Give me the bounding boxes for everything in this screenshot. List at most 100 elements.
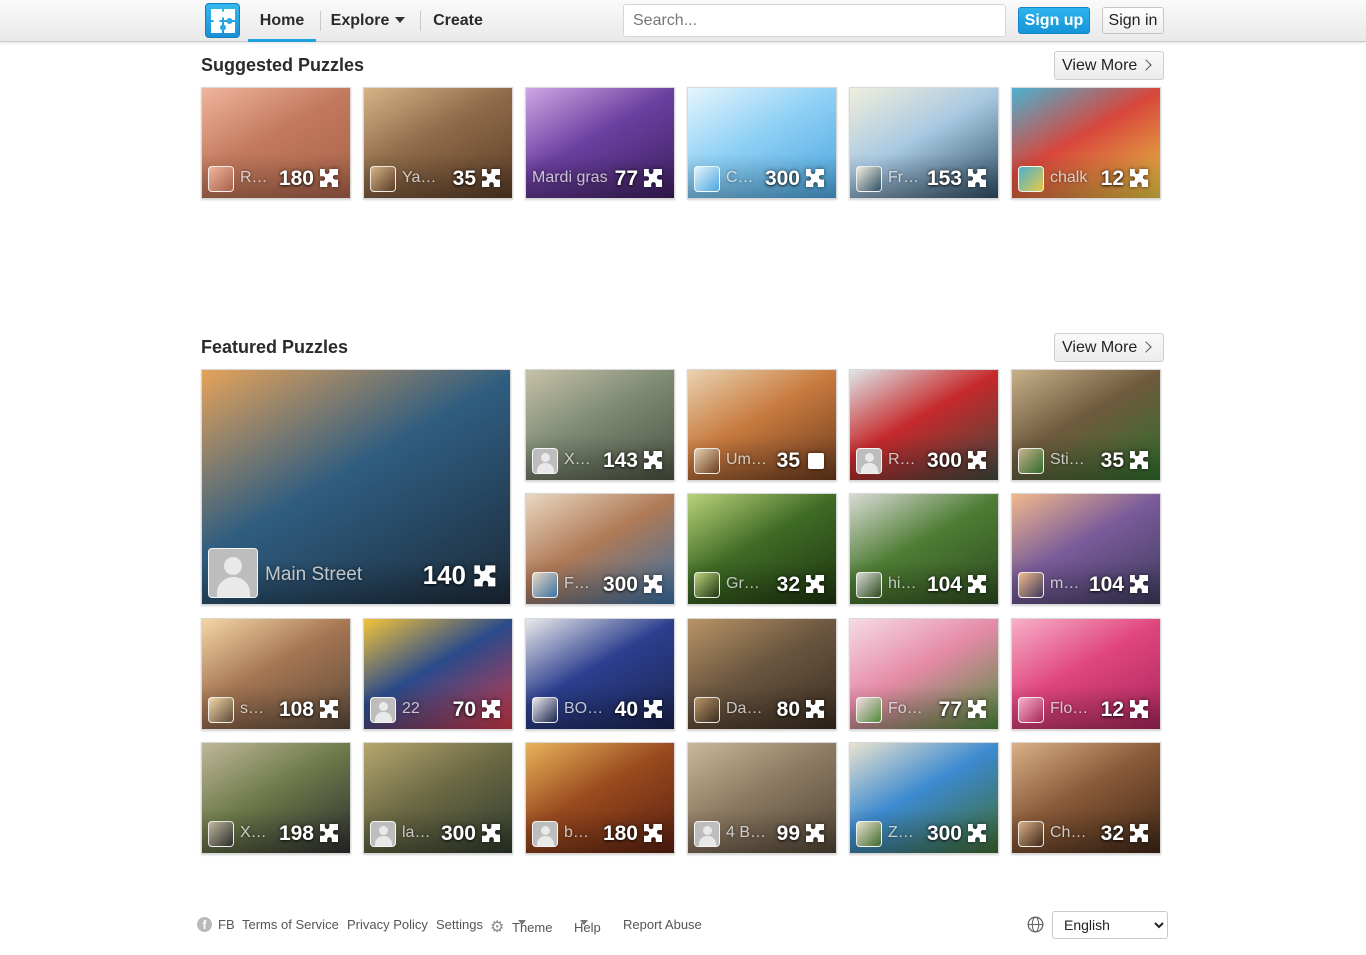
language-select[interactable]: English: [1052, 911, 1168, 939]
avatar[interactable]: [208, 697, 234, 723]
avatar[interactable]: [208, 548, 258, 598]
puzzle-piece-icon: [642, 573, 666, 597]
avatar[interactable]: [370, 166, 396, 192]
puzzle-tile[interactable]: Main Street 140: [201, 369, 511, 605]
avatar[interactable]: [532, 448, 558, 474]
puzzle-title: chalk: [1050, 169, 1088, 186]
piece-count: 300: [926, 449, 962, 472]
avatar[interactable]: [532, 697, 558, 723]
puzzle-piece-icon: [480, 822, 504, 846]
puzzle-tile[interactable]: X… 143: [525, 369, 675, 481]
puzzle-title: 22: [402, 700, 420, 717]
featured-view-more-button[interactable]: View More: [1054, 333, 1164, 362]
sign-up-button[interactable]: Sign up: [1018, 7, 1090, 34]
puzzle-piece-icon: [1128, 698, 1152, 722]
piece-count: 300: [926, 822, 962, 845]
puzzle-title: la…: [402, 824, 431, 841]
footer-terms-link[interactable]: Terms of Service: [242, 917, 339, 932]
puzzle-logo-icon[interactable]: [205, 3, 240, 38]
search-input[interactable]: [623, 4, 1006, 37]
puzzle-tile[interactable]: la… 300: [363, 742, 513, 854]
avatar[interactable]: [856, 821, 882, 847]
footer-privacy-link[interactable]: Privacy Policy: [347, 917, 428, 932]
puzzle-tile[interactable]: Gre… 32: [687, 493, 837, 605]
avatar[interactable]: [694, 821, 720, 847]
avatar[interactable]: [1018, 821, 1044, 847]
puzzle-tile[interactable]: Um… 35: [687, 369, 837, 481]
footer-fb-link[interactable]: FB: [218, 917, 235, 932]
nav-create[interactable]: Create: [424, 0, 492, 42]
avatar[interactable]: [532, 572, 558, 598]
puzzle-tile[interactable]: Fr… 153: [849, 87, 999, 199]
sign-in-button[interactable]: Sign in: [1102, 7, 1164, 34]
puzzle-title: Da…: [726, 700, 763, 717]
avatar[interactable]: [694, 697, 720, 723]
footer-report-abuse-link[interactable]: Report Abuse: [623, 917, 702, 932]
puzzle-title: F…: [564, 575, 590, 592]
puzzle-piece-icon: [642, 822, 666, 846]
puzzle-tile[interactable]: s… 108: [201, 618, 351, 730]
chevron-down-icon: [395, 17, 406, 23]
puzzle-tile[interactable]: Mardi gras 77: [525, 87, 675, 199]
avatar[interactable]: [1018, 166, 1044, 192]
puzzle-piece-icon: [480, 167, 504, 191]
puzzle-tile[interactable]: Flo… 12: [1011, 618, 1161, 730]
puzzle-tile[interactable]: m… 104: [1011, 493, 1161, 605]
avatar[interactable]: [856, 697, 882, 723]
nav-home[interactable]: Home: [248, 0, 316, 42]
puzzle-title: R…: [888, 451, 916, 468]
piece-count: 12: [1100, 698, 1124, 721]
avatar[interactable]: [856, 448, 882, 474]
puzzle-tile[interactable]: hi… 104: [849, 493, 999, 605]
featured-section-title: Featured Puzzles: [201, 337, 349, 357]
puzzle-tile[interactable]: chalk 12: [1011, 87, 1161, 199]
avatar[interactable]: [1018, 697, 1044, 723]
view-more-label: View More: [1062, 57, 1138, 74]
avatar[interactable]: [208, 821, 234, 847]
avatar[interactable]: [208, 166, 234, 192]
top-bar: Home Explore Create Sign up Sign in: [0, 0, 1366, 42]
puzzle-tile[interactable]: R… 180: [201, 87, 351, 199]
puzzle-title: C…: [726, 169, 754, 186]
avatar[interactable]: [694, 448, 720, 474]
nav-home-label: Home: [259, 12, 305, 29]
nav-explore[interactable]: Explore: [322, 0, 414, 42]
puzzle-tile[interactable]: Sti… 35: [1011, 369, 1161, 481]
avatar[interactable]: [856, 166, 882, 192]
suggested-view-more-button[interactable]: View More: [1054, 51, 1164, 80]
puzzle-title: Z…: [888, 824, 914, 841]
puzzle-tile[interactable]: Yay… 35: [363, 87, 513, 199]
puzzle-tile[interactable]: Ch… 32: [1011, 742, 1161, 854]
piece-count: 32: [776, 573, 800, 596]
puzzle-tile[interactable]: Fo… 77: [849, 618, 999, 730]
avatar[interactable]: [1018, 448, 1044, 474]
avatar[interactable]: [694, 166, 720, 192]
piece-count: 40: [614, 698, 638, 721]
puzzle-piece-icon: [804, 698, 828, 722]
avatar[interactable]: [1018, 572, 1044, 598]
puzzle-tile[interactable]: b… 180: [525, 742, 675, 854]
facebook-icon[interactable]: f: [197, 917, 212, 932]
puzzle-piece-icon: [804, 822, 828, 846]
puzzle-piece-icon: [966, 698, 990, 722]
puzzle-tile[interactable]: BO… 40: [525, 618, 675, 730]
puzzle-tile[interactable]: 22 70: [363, 618, 513, 730]
piece-count: 35: [1100, 449, 1124, 472]
puzzle-tile[interactable]: 4 B… 99: [687, 742, 837, 854]
avatar[interactable]: [370, 697, 396, 723]
avatar[interactable]: [370, 821, 396, 847]
puzzle-tile[interactable]: R… 300: [849, 369, 999, 481]
puzzle-tile[interactable]: Da… 80: [687, 618, 837, 730]
avatar[interactable]: [856, 572, 882, 598]
chevron-right-icon: [1140, 59, 1152, 71]
puzzle-tile[interactable]: C… 300: [687, 87, 837, 199]
piece-count: 180: [278, 167, 314, 190]
puzzle-title: Mardi gras: [532, 169, 608, 186]
puzzle-tile[interactable]: Z… 300: [849, 742, 999, 854]
avatar[interactable]: [532, 821, 558, 847]
puzzle-title: hi…: [888, 575, 917, 592]
puzzle-tile[interactable]: F… 300: [525, 493, 675, 605]
footer-settings-link[interactable]: Settings: [436, 917, 483, 932]
avatar[interactable]: [694, 572, 720, 598]
puzzle-tile[interactable]: X… 198: [201, 742, 351, 854]
